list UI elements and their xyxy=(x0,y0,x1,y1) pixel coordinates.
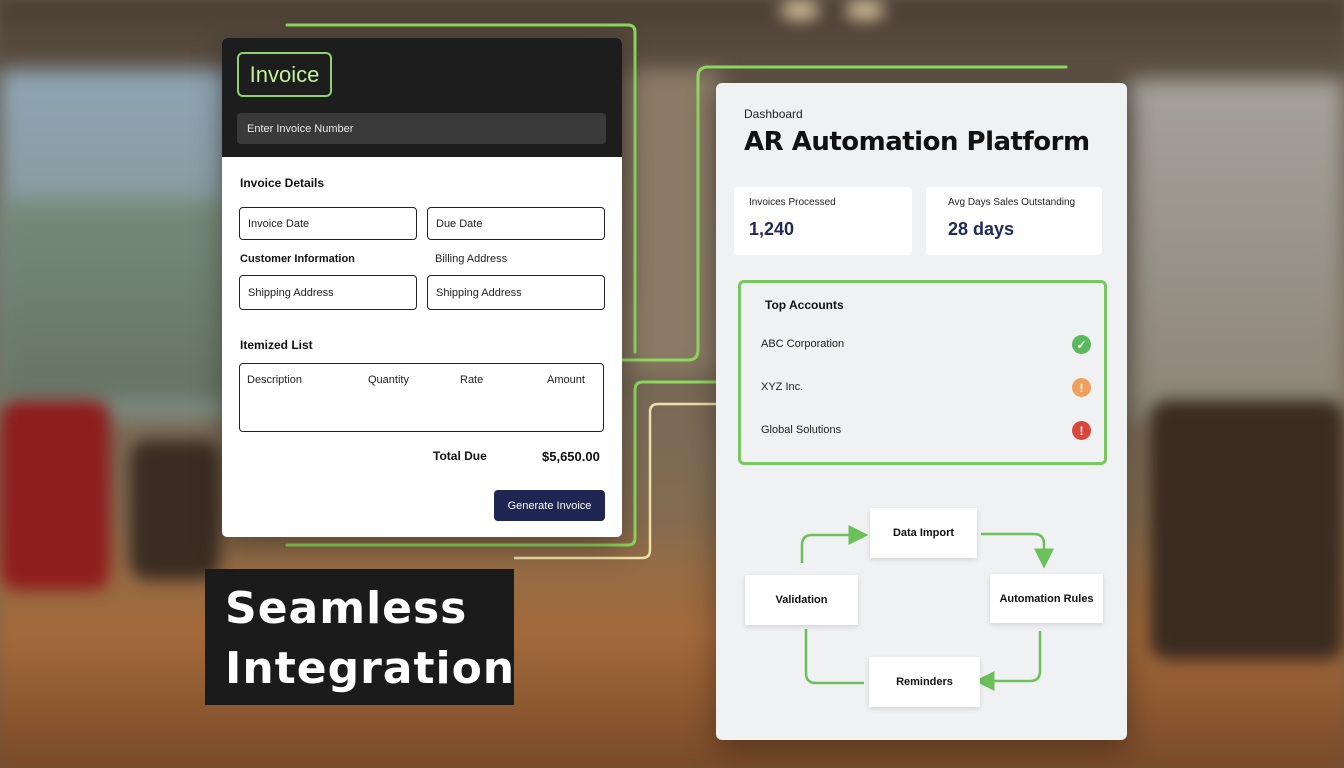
workflow-data-import[interactable]: Data Import xyxy=(870,508,977,558)
column-quantity: Quantity xyxy=(368,374,409,386)
due-date-field[interactable]: Due Date xyxy=(427,207,605,240)
dashboard-card: Dashboard AR Automation Platform Invoice… xyxy=(716,83,1127,740)
itemized-table[interactable]: Description Quantity Rate Amount xyxy=(239,363,604,432)
shipping-address-field[interactable]: Shipping Address xyxy=(239,275,417,310)
invoice-number-input[interactable] xyxy=(237,113,606,144)
column-rate: Rate xyxy=(460,374,484,386)
column-description: Description xyxy=(247,374,303,386)
caption-line-2: Integration xyxy=(225,643,516,694)
caption-line-1: Seamless xyxy=(225,583,468,634)
invoice-form-card: Invoice Invoice Details Invoice Date Due… xyxy=(222,38,622,537)
itemized-list-heading: Itemized List xyxy=(240,338,313,352)
invoice-details-heading: Invoice Details xyxy=(240,176,325,190)
billing-address-label: Billing Address xyxy=(435,253,508,265)
workflow-validation[interactable]: Validation xyxy=(745,575,858,625)
invoice-date-field[interactable]: Invoice Date xyxy=(239,207,417,240)
invoice-header: Invoice xyxy=(222,38,622,157)
generate-invoice-button[interactable]: Generate Invoice xyxy=(494,490,605,521)
office-background xyxy=(0,0,1344,768)
headline-caption: Seamless Integration xyxy=(205,569,514,705)
total-due-label: Total Due xyxy=(433,449,487,463)
workflow-arrows xyxy=(800,525,1054,691)
column-amount: Amount xyxy=(547,374,585,386)
total-due-value: $5,650.00 xyxy=(542,449,600,464)
billing-shipping-address-field[interactable]: Shipping Address xyxy=(427,275,605,310)
workflow-automation-rules[interactable]: Automation Rules xyxy=(990,574,1103,623)
workflow-reminders[interactable]: Reminders xyxy=(869,657,980,707)
customer-info-heading: Customer Information xyxy=(240,253,355,265)
invoice-title: Invoice xyxy=(237,52,332,97)
